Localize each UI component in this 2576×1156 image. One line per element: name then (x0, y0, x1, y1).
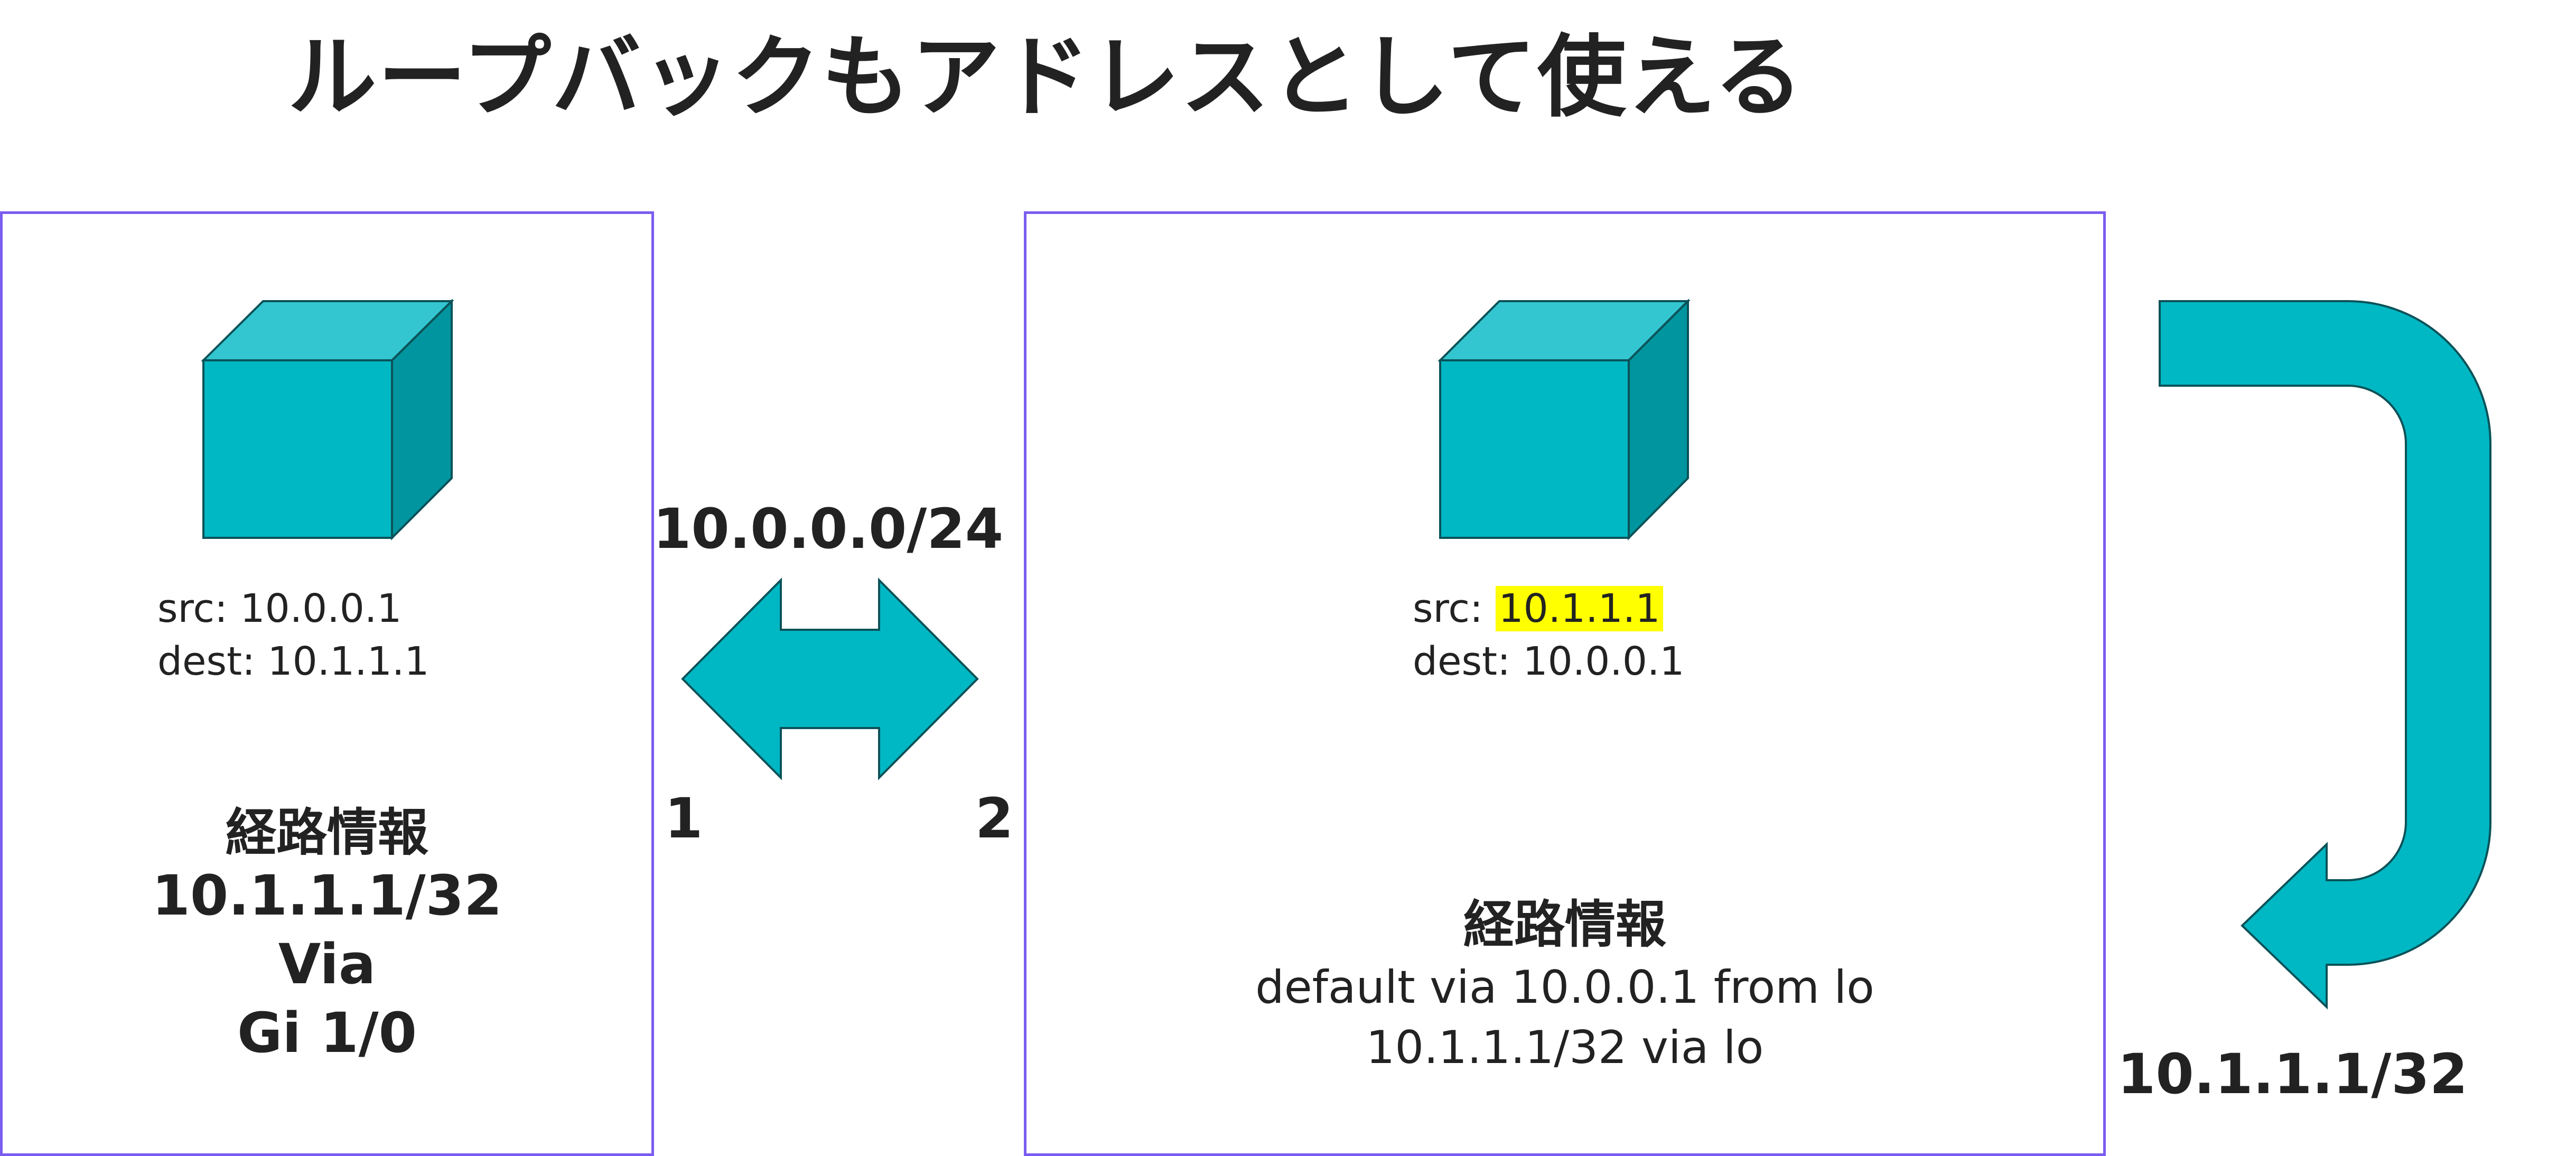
left-dest-line: dest: 10.1.1.1 (157, 635, 430, 688)
link-port-right-label: 2 (975, 786, 1014, 851)
left-routing-heading: 経路情報 (226, 803, 428, 862)
left-routing-line: Via (278, 932, 376, 996)
left-routing-line: 10.1.1.1/32 (152, 863, 502, 928)
left-dest-value: 10.1.1.1 (267, 639, 430, 684)
link-network-label: 10.0.0.0/24 (653, 497, 1004, 561)
right-routing-heading: 経路情報 (1463, 895, 1666, 954)
left-routing-line: Gi 1/0 (237, 1001, 417, 1065)
right-dest-value: 10.0.0.1 (1523, 639, 1685, 684)
right-routing-line: 10.1.1.1/32 via lo (1366, 1021, 1764, 1074)
link-double-arrow-icon (681, 577, 979, 780)
left-src-line: src: 10.0.0.1 (157, 582, 402, 635)
right-src-label: src: (1413, 586, 1483, 631)
link-port-left-label: 1 (665, 786, 703, 851)
loopback-address-label: 10.1.1.1/32 (2117, 1042, 2468, 1106)
right-dest-label: dest: (1413, 639, 1510, 684)
right-src-line: src: 10.1.1.1 (1413, 582, 1664, 635)
left-src-value: 10.0.0.1 (240, 586, 402, 631)
right-host-cube-icon (1438, 299, 1691, 540)
right-dest-line: dest: 10.0.0.1 (1413, 635, 1685, 688)
left-dest-label: dest: (157, 639, 255, 684)
left-host-cube-icon (201, 299, 454, 540)
right-src-value-highlighted: 10.1.1.1 (1495, 586, 1664, 631)
left-src-label: src: (157, 586, 228, 631)
loopback-u-turn-arrow-icon (2159, 300, 2491, 1010)
right-routing-line: default via 10.0.0.1 from lo (1255, 961, 1874, 1014)
